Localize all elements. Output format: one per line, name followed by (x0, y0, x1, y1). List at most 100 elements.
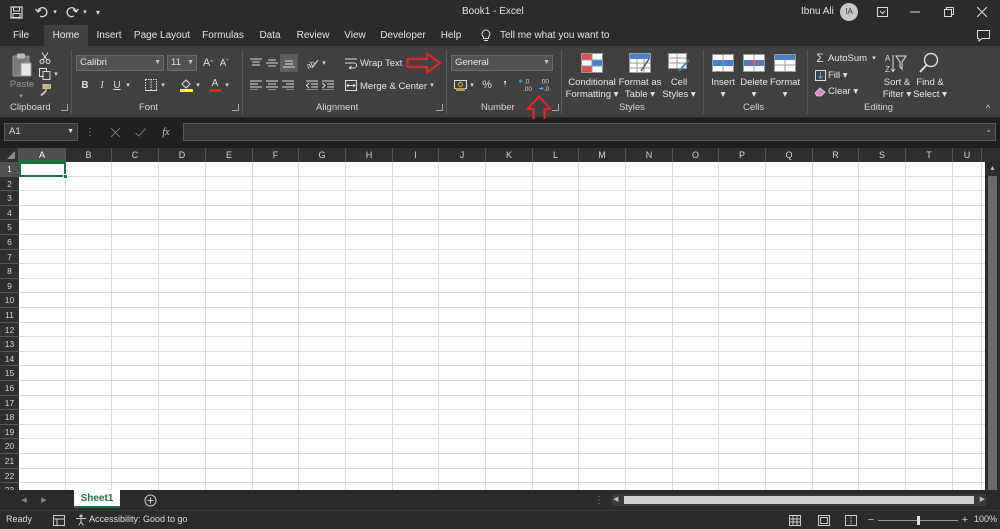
ribbon-display-options-icon[interactable] (873, 4, 891, 20)
zoom-level[interactable]: 100% (974, 514, 997, 524)
column-header-d[interactable]: D (159, 148, 206, 162)
scroll-up-icon[interactable]: ▲ (989, 165, 996, 172)
row-header-21[interactable]: 21 (0, 454, 19, 469)
row-header-19[interactable]: 19 (0, 424, 19, 440)
merge-center-icon[interactable] (344, 77, 358, 93)
format-cells-icon[interactable] (773, 51, 797, 75)
delete-cells-icon[interactable] (742, 51, 766, 75)
row-header-10[interactable]: 10 (0, 293, 19, 308)
fill-down-icon[interactable] (813, 68, 827, 82)
insert-function-icon[interactable]: fx (158, 125, 174, 139)
tab-page-layout[interactable]: Page Layout (133, 25, 191, 46)
decrease-font-size-icon[interactable]: Aˇ (217, 55, 231, 71)
comments-icon[interactable] (974, 27, 992, 44)
row-header-18[interactable]: 18 (0, 410, 19, 425)
column-header-r[interactable]: R (813, 148, 859, 162)
copy-icon[interactable] (38, 67, 52, 81)
decrease-decimal-icon[interactable]: .00.0 (537, 76, 555, 94)
accessibility-status[interactable]: Accessibility: Good to go (89, 514, 188, 524)
increase-font-size-icon[interactable]: A ^ (201, 55, 215, 71)
row-header-7[interactable]: 7 (0, 249, 19, 265)
customize-quick-access-icon[interactable]: ▾ (93, 4, 103, 20)
column-header-i[interactable]: I (393, 148, 439, 162)
number-dialog-launcher[interactable] (552, 104, 559, 111)
normal-view-icon[interactable] (787, 513, 803, 527)
autosum-dropdown-icon[interactable]: ▾ (870, 51, 878, 65)
fill-color-icon[interactable] (178, 77, 194, 93)
column-header-b[interactable]: B (66, 148, 112, 162)
format-as-table-icon[interactable] (628, 51, 652, 75)
save-icon[interactable] (8, 4, 24, 20)
paste-icon[interactable] (8, 50, 36, 80)
formula-input[interactable]: ⌄ (183, 123, 996, 141)
font-color-dropdown-icon[interactable]: ▾ (223, 77, 231, 93)
row-header-17[interactable]: 17 (0, 395, 19, 411)
minimize-icon[interactable] (903, 4, 927, 20)
font-color-icon[interactable]: A (207, 77, 223, 93)
accounting-format-icon[interactable] (452, 77, 468, 93)
column-header-t[interactable]: T (906, 148, 953, 162)
font-size-combo[interactable]: 11 ▼ (167, 55, 197, 71)
insert-dropdown-icon[interactable]: ▾ (706, 89, 740, 100)
tab-home[interactable]: Home (44, 25, 88, 46)
align-left-icon[interactable] (248, 77, 264, 93)
tab-data[interactable]: Data (254, 25, 286, 46)
format-dropdown-icon[interactable]: ▾ (766, 89, 804, 100)
tab-help[interactable]: Help (436, 25, 466, 46)
chevron-down-icon[interactable]: ▼ (154, 56, 161, 70)
page-layout-view-icon[interactable] (816, 513, 832, 527)
top-align-icon[interactable] (248, 55, 264, 71)
column-header-p[interactable]: P (719, 148, 766, 162)
column-header-h[interactable]: H (346, 148, 393, 162)
accounting-dropdown-icon[interactable]: ▾ (468, 77, 476, 93)
middle-align-icon[interactable] (264, 55, 280, 71)
column-header-n[interactable]: N (626, 148, 673, 162)
more-options-icon[interactable]: ⋮ (85, 125, 95, 139)
column-header-a[interactable]: A (19, 148, 66, 162)
sheet-tab-sheet1[interactable]: Sheet1 (74, 490, 120, 508)
macro-recording-icon[interactable] (52, 513, 66, 527)
row-header-13[interactable]: 13 (0, 337, 19, 352)
row-header-3[interactable]: 3 (0, 191, 19, 206)
row-header-14[interactable]: 14 (0, 351, 19, 367)
scroll-sheet-left-icon[interactable]: ◀ (18, 493, 30, 507)
column-header-q[interactable]: Q (766, 148, 813, 162)
wrap-text-icon[interactable] (344, 55, 358, 71)
paste-button-label[interactable]: Paste (8, 79, 36, 90)
fill-color-dropdown-icon[interactable]: ▾ (194, 77, 202, 93)
tab-split-handle[interactable]: ⋮ (594, 493, 604, 507)
chevron-down-icon[interactable]: ▼ (187, 56, 194, 70)
close-icon[interactable] (970, 4, 994, 20)
row-header-16[interactable]: 16 (0, 381, 19, 396)
decrease-indent-icon[interactable] (304, 77, 320, 93)
alignment-dialog-launcher[interactable] (436, 104, 443, 111)
borders-dropdown-icon[interactable]: ▾ (159, 77, 167, 93)
redo-icon[interactable] (63, 4, 81, 20)
font-name-combo[interactable]: Calibri ▼ (76, 55, 164, 71)
cell-styles-icon[interactable] (667, 51, 691, 75)
column-header-c[interactable]: C (112, 148, 159, 162)
column-header-g[interactable]: G (299, 148, 346, 162)
chevron-down-icon[interactable]: ▼ (67, 124, 74, 140)
wrap-text-button[interactable]: Wrap Text (360, 58, 402, 69)
increase-decimal-icon[interactable]: .0.00 (518, 76, 536, 94)
select-all-button[interactable] (0, 148, 19, 162)
horizontal-scroll-thumb[interactable] (624, 496, 974, 504)
underline-icon[interactable]: U (110, 77, 124, 93)
insert-cells-button[interactable]: Insert (706, 77, 740, 88)
cancel-entry-icon[interactable] (108, 125, 122, 139)
expand-formula-bar-icon[interactable]: ⌄ (985, 125, 992, 134)
tab-insert[interactable]: Insert (92, 25, 126, 46)
column-header-o[interactable]: O (673, 148, 719, 162)
cut-icon[interactable] (38, 51, 52, 65)
user-name[interactable]: Ibnu Ali (801, 6, 834, 17)
row-header-20[interactable]: 20 (0, 439, 19, 454)
row-header-23[interactable]: 23 (0, 483, 19, 490)
find-select-icon[interactable] (917, 51, 941, 75)
format-as-table-label-2[interactable]: Table ▾ (616, 89, 664, 100)
autosum-icon[interactable]: Σ (813, 51, 827, 65)
bold-icon[interactable]: B (78, 77, 92, 93)
row-header-4[interactable]: 4 (0, 205, 19, 221)
sort-filter-icon[interactable]: AZ (884, 51, 908, 75)
fill-button[interactable]: Fill ▾ (828, 70, 848, 81)
